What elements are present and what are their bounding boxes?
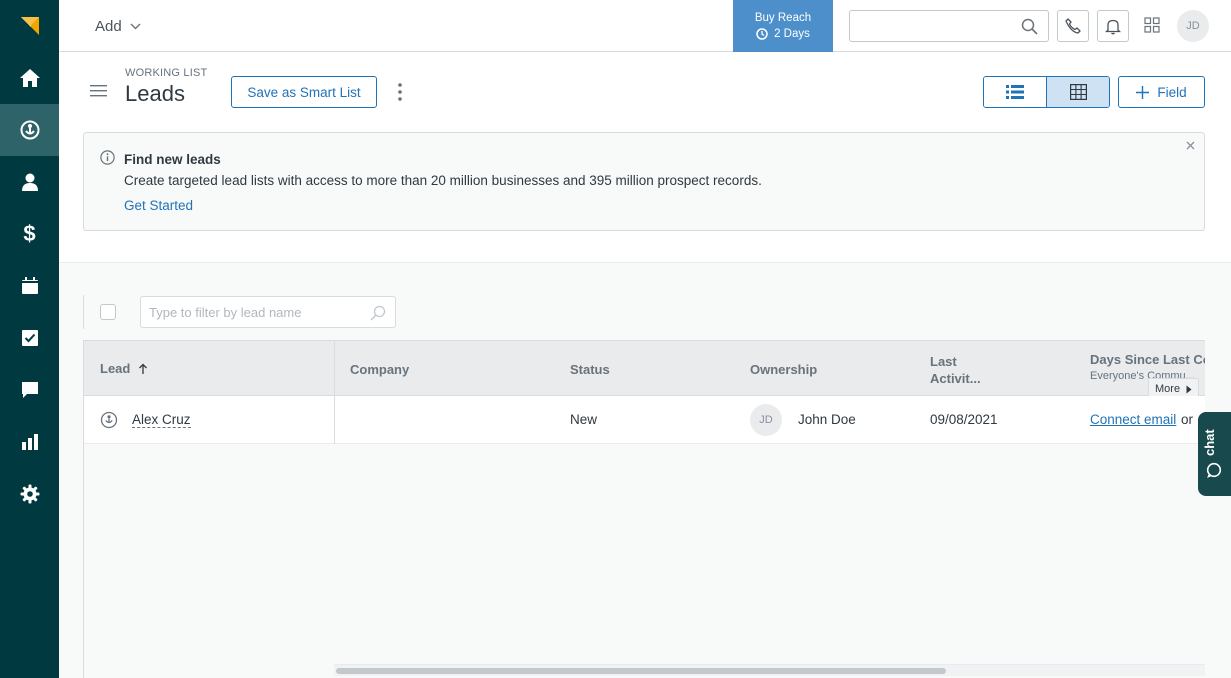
chat-label: chat	[1202, 429, 1217, 457]
add-menu-button[interactable]: Add	[95, 16, 141, 36]
lead-filter	[140, 296, 396, 328]
chat-bubble-icon	[21, 382, 38, 398]
buy-reach-days-row: 2 Days	[733, 28, 833, 40]
lead-icon	[100, 411, 118, 429]
sidebar: $	[0, 0, 59, 678]
column-header-days-since-label: Days Since Last Co	[1090, 352, 1205, 367]
find-leads-banner: Find new leads Create targeted lead list…	[83, 132, 1205, 231]
gear-icon	[20, 484, 39, 504]
chat-bubble-icon	[1206, 462, 1222, 478]
checkbox-icon	[21, 330, 38, 346]
banner-body: Create targeted lead lists with access t…	[124, 173, 762, 188]
bell-icon	[1105, 19, 1121, 34]
search-icon[interactable]	[1021, 18, 1038, 35]
owner-avatar: JD	[750, 404, 782, 436]
global-search-input[interactable]	[858, 12, 1018, 40]
info-icon	[100, 150, 115, 165]
sidebar-item-communication[interactable]	[0, 364, 59, 416]
filter-bar-divider	[83, 295, 84, 329]
search-icon	[370, 305, 386, 321]
home-icon	[19, 69, 40, 87]
list-view-button[interactable]	[984, 77, 1046, 107]
app-root: $ Add Buy Reach 2 Days JD WORKING LIST L…	[0, 0, 1231, 678]
bar-chart-icon	[21, 434, 38, 450]
sort-ascending-icon	[139, 363, 148, 374]
buy-reach-label: Buy Reach	[754, 12, 812, 24]
sidebar-item-home[interactable]	[0, 52, 59, 104]
table-header-row: Lead Company Status Ownership Last Activ…	[84, 340, 1205, 400]
zendesk-sell-logo-icon	[20, 17, 39, 35]
user-avatar-initials: JD	[1186, 20, 1200, 32]
dollar-icon: $	[23, 221, 36, 246]
connect-email-link[interactable]: Connect email	[1090, 412, 1176, 427]
banner-title: Find new leads	[124, 152, 221, 167]
frozen-column-divider	[334, 340, 335, 444]
more-options-icon[interactable]	[396, 82, 404, 102]
column-header-last-activity-line1: Last	[930, 354, 957, 369]
chevron-down-icon	[130, 23, 141, 29]
sidebar-logo[interactable]	[0, 0, 59, 52]
owner-avatar-initials: JD	[759, 414, 773, 426]
clock-icon	[756, 28, 768, 40]
phone-icon	[1065, 18, 1081, 34]
table-view-button[interactable]	[1046, 77, 1109, 107]
column-header-lead[interactable]: Lead	[100, 361, 148, 376]
column-header-company[interactable]: Company	[350, 362, 409, 377]
list-view-icon	[1006, 85, 1024, 99]
sidebar-item-reports[interactable]	[0, 416, 59, 468]
save-as-smart-list-button[interactable]: Save as Smart List	[231, 76, 377, 108]
lead-name-link[interactable]: Alex Cruz	[132, 412, 191, 428]
sidebar-item-leads[interactable]	[0, 104, 59, 156]
more-columns-label: More	[1155, 383, 1181, 395]
cell-days-since-suffix: or	[1181, 412, 1194, 427]
table-row[interactable]: Alex Cruz New JD John Doe 09/08/2021 Con…	[84, 396, 1205, 444]
get-started-link[interactable]: Get Started	[124, 198, 193, 213]
column-header-ownership[interactable]: Ownership	[750, 362, 817, 377]
leads-icon	[20, 120, 39, 140]
horizontal-scrollbar[interactable]	[334, 664, 1205, 676]
cell-last-activity: 09/08/2021	[930, 412, 998, 427]
close-icon[interactable]	[1186, 141, 1195, 150]
column-header-lead-label: Lead	[100, 361, 131, 376]
sidebar-item-tasks[interactable]	[0, 312, 59, 364]
sidebar-item-deals[interactable]: $	[0, 208, 59, 260]
person-icon	[21, 173, 38, 191]
cell-status: New	[570, 412, 598, 427]
leads-table: Lead Company Status Ownership Last Activ…	[83, 340, 1205, 678]
buy-reach-button[interactable]: Buy Reach 2 Days	[733, 0, 833, 52]
user-avatar[interactable]: JD	[1177, 10, 1209, 42]
caret-right-icon	[1186, 385, 1192, 393]
plus-icon	[1136, 85, 1150, 99]
cell-owner-name: John Doe	[798, 412, 856, 427]
view-toggle	[983, 76, 1110, 108]
add-field-label: Field	[1157, 84, 1187, 100]
calendar-icon	[21, 277, 38, 294]
table-view-icon	[1069, 84, 1087, 100]
sidebar-item-settings[interactable]	[0, 468, 59, 520]
sidebar-item-calendar[interactable]	[0, 260, 59, 312]
app-grid-icon[interactable]	[1144, 17, 1160, 33]
buy-reach-days: 2 Days	[774, 28, 810, 40]
page-title: Leads	[125, 81, 185, 106]
add-label: Add	[95, 17, 122, 35]
column-header-last-activity-line2: Activit...	[930, 371, 981, 386]
topbar: Add Buy Reach 2 Days JD	[59, 0, 1231, 52]
notifications-button[interactable]	[1097, 10, 1129, 42]
column-header-last-activity[interactable]: Last Activit...	[930, 353, 981, 387]
horizontal-scrollbar-thumb[interactable]	[336, 668, 946, 674]
column-header-status[interactable]: Status	[570, 362, 610, 377]
select-all-checkbox[interactable]	[100, 304, 116, 320]
hamburger-menu-icon[interactable]	[90, 84, 108, 98]
add-field-button[interactable]: Field	[1118, 76, 1205, 108]
phone-button[interactable]	[1057, 10, 1089, 42]
lead-filter-input[interactable]	[149, 297, 364, 327]
chat-widget-tab[interactable]: chat	[1198, 412, 1231, 496]
global-search	[849, 10, 1049, 42]
working-list-label: WORKING LIST	[125, 67, 208, 79]
sidebar-item-contacts[interactable]	[0, 156, 59, 208]
